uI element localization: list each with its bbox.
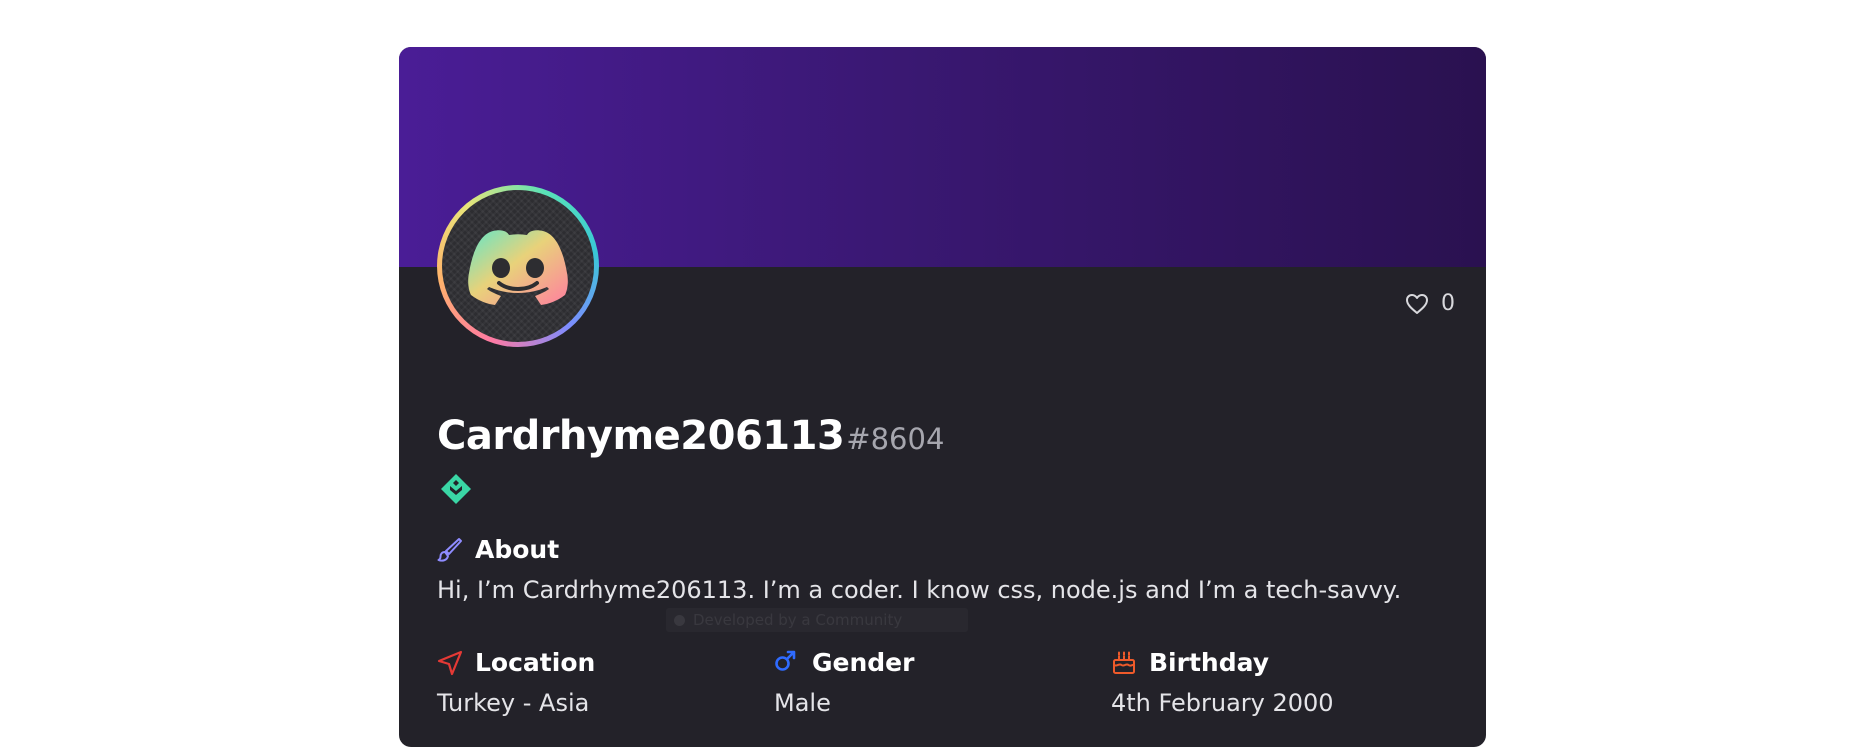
heart-icon [1406, 293, 1428, 314]
overlay-text: Developed by a Community [693, 611, 903, 629]
discriminator: #8604 [846, 422, 945, 456]
birthday-section: Birthday 4th February 2000 [1111, 648, 1334, 717]
about-section: About Hi, I’m Cardrhyme206113. I’m a cod… [437, 535, 1401, 604]
birthday-heading: Birthday [1111, 648, 1334, 677]
about-title: About [475, 535, 560, 564]
hypesquad-badge-icon[interactable] [439, 472, 473, 506]
like-button[interactable]: 0 [1405, 291, 1455, 316]
discord-logo-icon [468, 230, 568, 305]
male-icon [774, 650, 800, 676]
gender-title: Gender [812, 648, 915, 677]
navigation-arrow-icon [437, 650, 463, 676]
faded-overlay-label: Developed by a Community [666, 608, 968, 632]
location-section: Location Turkey - Asia [437, 648, 595, 717]
profile-card: 0 Cardrhyme206113 #8604 About Hi, I’m Ca… [399, 47, 1486, 747]
location-value: Turkey - Asia [437, 689, 590, 717]
avatar[interactable] [437, 185, 599, 347]
about-text: Hi, I’m Cardrhyme206113. I’m a coder. I … [437, 576, 1402, 604]
birthday-title: Birthday [1149, 648, 1269, 677]
gender-heading: Gender [774, 648, 914, 677]
gender-value: Male [774, 689, 831, 717]
location-title: Location [475, 648, 596, 677]
location-heading: Location [437, 648, 595, 677]
username-row: Cardrhyme206113 #8604 [437, 413, 944, 459]
avatar-inner [442, 190, 594, 342]
username: Cardrhyme206113 [437, 413, 845, 459]
birthday-value: 4th February 2000 [1111, 689, 1334, 717]
like-count: 0 [1441, 291, 1455, 316]
brush-icon [437, 537, 463, 563]
about-heading: About [437, 535, 1401, 564]
cake-icon [1111, 650, 1137, 676]
overlay-dot-icon [674, 614, 685, 626]
gender-section: Gender Male [774, 648, 914, 717]
